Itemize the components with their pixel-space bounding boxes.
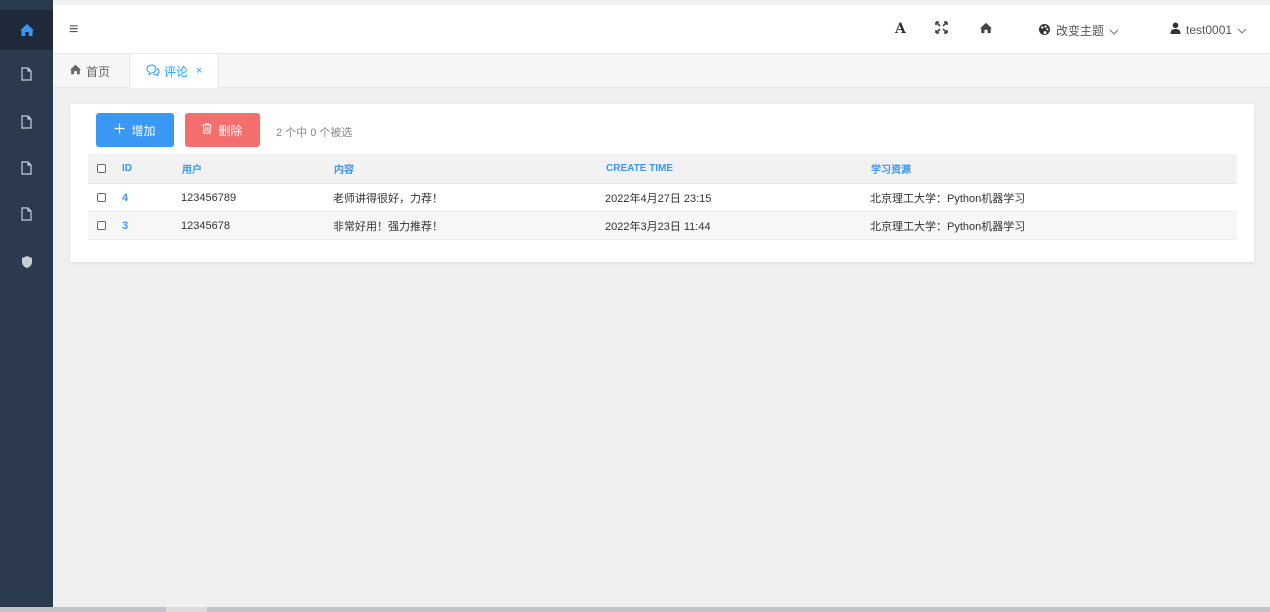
sidebar-item-file-4[interactable]	[0, 194, 53, 234]
top-bar: ≡ A 改变主题 test0001	[53, 0, 1270, 54]
file-icon	[21, 67, 32, 81]
sidebar	[0, 0, 53, 612]
select-all-checkbox[interactable]	[97, 164, 106, 173]
row-content: 非常好用！强力推荐！	[333, 220, 443, 233]
tab-comments-label: 评论	[164, 64, 189, 79]
header-id[interactable]: ID	[122, 154, 132, 183]
tab-comments[interactable]: 评论 ×	[129, 54, 220, 88]
scrollbar-track-segment[interactable]	[207, 607, 1270, 612]
theme-label: 改变主题	[1056, 24, 1105, 38]
add-button-label: 增加	[131, 123, 156, 138]
plus-icon	[114, 123, 125, 137]
fullscreen-icon[interactable]	[935, 21, 948, 37]
row-checkbox[interactable]	[97, 193, 106, 202]
selection-info: 2 个中 0 个被选	[276, 127, 353, 139]
username-label: test0001	[1186, 22, 1233, 37]
scrollbar-thumb[interactable]	[0, 607, 166, 612]
sidebar-item-file-2[interactable]	[0, 102, 53, 142]
sidebar-item-file-3[interactable]	[0, 148, 53, 188]
file-icon	[21, 207, 32, 221]
row-id-link[interactable]: 4	[122, 184, 128, 211]
sidebar-item-home[interactable]	[0, 10, 53, 50]
table-row: 4 123456789 老师讲得很好，力荐！ 2022年4月27日 23:15 …	[88, 184, 1237, 212]
user-menu[interactable]: test0001	[1170, 22, 1247, 37]
tab-bar: 首页 评论 ×	[53, 54, 1270, 88]
add-button[interactable]: 增加	[96, 113, 174, 147]
table-row: 3 12345678 非常好用！强力推荐！ 2022年3月23日 11:44 北…	[88, 212, 1237, 240]
header-resource[interactable]: 学习资源	[871, 154, 911, 183]
delete-button[interactable]: 删除	[185, 113, 260, 147]
row-user: 123456789	[181, 191, 237, 204]
user-icon	[1170, 22, 1181, 37]
row-id-link[interactable]: 3	[122, 212, 128, 239]
comments-icon	[146, 63, 160, 79]
file-icon	[21, 115, 32, 129]
horizontal-scrollbar[interactable]	[0, 607, 1270, 612]
shield-icon	[21, 255, 33, 269]
delete-button-label: 删除	[218, 123, 243, 138]
header-content[interactable]: 内容	[334, 154, 354, 183]
home-shortcut-icon[interactable]	[979, 21, 993, 37]
menu-toggle-icon[interactable]: ≡	[69, 21, 78, 39]
tab-home[interactable]: 首页	[53, 54, 126, 88]
row-resource: 北京理工大学：Python机器学习	[870, 192, 1026, 205]
row-create-time: 2022年3月23日 11:44	[605, 220, 711, 233]
row-resource: 北京理工大学：Python机器学习	[870, 220, 1026, 233]
row-user: 12345678	[181, 219, 230, 232]
home-icon	[19, 23, 35, 37]
table-header: ID 用户 内容 CREATE TIME 学习资源	[88, 154, 1237, 184]
sidebar-item-security[interactable]	[0, 242, 53, 282]
header-user[interactable]: 用户	[182, 154, 202, 183]
content-card: 增加 删除 2 个中 0 个被选 ID 用户 内容 CREATE TIME 学习…	[70, 104, 1254, 262]
home-icon	[69, 64, 82, 78]
comments-table: ID 用户 内容 CREATE TIME 学习资源 4 123456789 老师…	[88, 154, 1237, 240]
chevron-down-icon	[1109, 24, 1119, 38]
tab-home-label: 首页	[86, 64, 111, 79]
row-checkbox[interactable]	[97, 221, 106, 230]
row-content: 老师讲得很好，力荐！	[333, 192, 443, 205]
header-create-time[interactable]: CREATE TIME	[606, 154, 673, 183]
chevron-down-icon	[1237, 23, 1247, 37]
close-icon[interactable]: ×	[196, 65, 202, 77]
trash-icon	[202, 123, 212, 137]
theme-switcher[interactable]: 改变主题	[1038, 22, 1119, 39]
palette-icon	[1038, 23, 1051, 39]
font-size-button[interactable]: A	[895, 21, 906, 37]
file-icon	[21, 161, 32, 175]
row-create-time: 2022年4月27日 23:15	[605, 192, 712, 205]
sidebar-item-file-1[interactable]	[0, 54, 53, 94]
